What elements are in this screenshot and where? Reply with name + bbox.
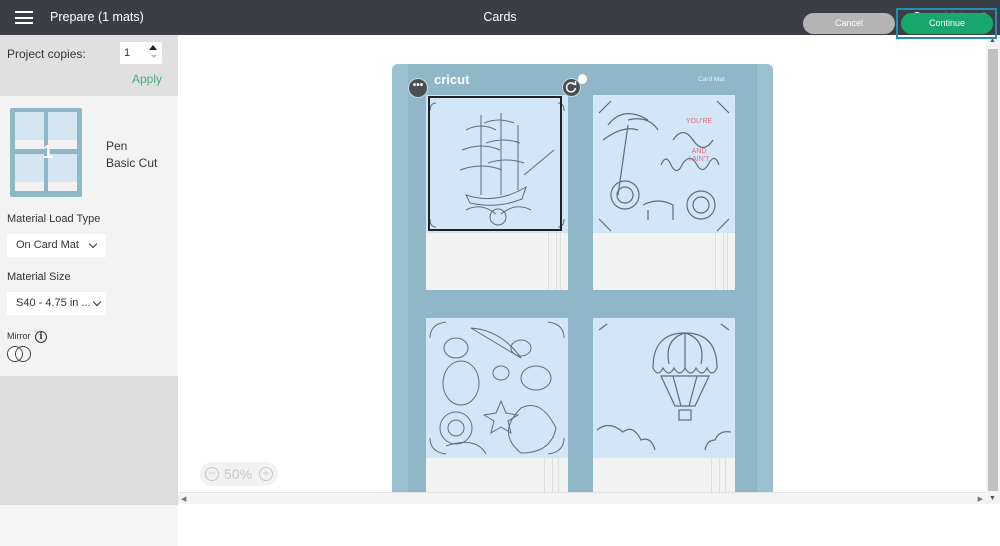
footer-bar <box>0 505 1000 546</box>
resize-handle[interactable] <box>578 74 587 84</box>
apply-button[interactable]: Apply <box>132 72 162 86</box>
zoom-level: 50% <box>224 466 253 482</box>
increment-arrow-icon[interactable] <box>149 45 157 50</box>
lion-text-iaint: I AIN'T <box>689 156 711 163</box>
mirror-toggle[interactable] <box>7 346 31 362</box>
hot-air-balloon-design <box>596 323 732 451</box>
mat-thumbnail[interactable]: 1 <box>10 108 82 197</box>
scroll-right-arrow-icon[interactable]: ▶ <box>978 495 983 503</box>
card-hot-air-balloon[interactable] <box>593 318 735 492</box>
vertical-scroll-thumb[interactable] <box>988 49 998 491</box>
material-load-type-select[interactable]: On Card Mat <box>7 234 106 257</box>
mat-rail-right <box>757 64 773 492</box>
material-size-value: S40 - 4.75 in ... <box>16 297 91 309</box>
scroll-left-arrow-icon[interactable]: ◀ <box>181 495 186 503</box>
material-load-type-value: On Card Mat <box>16 239 79 251</box>
material-load-type-label: Material Load Type <box>7 213 101 225</box>
mat-rail-left <box>392 64 408 492</box>
mirror-label: Mirror <box>7 331 31 341</box>
cancel-button[interactable]: Cancel <box>803 13 895 34</box>
lion-design: YOU'RE AND I AIN'T <box>598 100 730 232</box>
project-copies-label: Project copies: <box>7 47 86 61</box>
project-copies-value: 1 <box>124 47 131 59</box>
operation-label: Basic Cut <box>106 156 158 170</box>
horizontal-scrollbar[interactable]: ◀ ▶ <box>178 492 986 504</box>
more-options-icon[interactable]: ••• <box>408 78 428 98</box>
material-size-select[interactable]: S40 - 4.75 in ... <box>7 292 106 315</box>
tool-label: Pen <box>106 139 128 153</box>
chevron-down-icon <box>88 239 98 249</box>
continue-button[interactable]: Continue <box>901 13 993 34</box>
selection-box[interactable] <box>428 96 562 231</box>
mat-type-label: Card Mat <box>698 76 725 83</box>
lion-text-and: AND <box>692 148 707 155</box>
info-icon[interactable]: i <box>35 331 47 343</box>
zoom-out-icon[interactable]: − <box>205 467 219 481</box>
scroll-down-arrow-icon[interactable]: ▼ <box>989 495 996 502</box>
project-copies-input[interactable]: 1 <box>120 42 162 64</box>
material-size-label: Material Size <box>7 271 71 283</box>
left-panel: Project copies: 1 Apply 1 Pen Basic Cut … <box>0 35 178 505</box>
zoom-in-icon[interactable]: + <box>259 467 273 481</box>
project-copies-section: Project copies: 1 Apply <box>0 35 178 96</box>
card-lion[interactable]: YOU'RE AND I AIN'T <box>593 95 735 290</box>
card-seashells[interactable] <box>426 318 568 492</box>
vertical-scrollbar[interactable]: ▲ ▼ <box>986 35 1000 504</box>
mat-number: 1 <box>43 142 54 162</box>
decrement-arrow-icon[interactable] <box>151 55 157 58</box>
mat-card[interactable]: 1 Pen Basic Cut Material Load Type On Ca… <box>0 96 178 376</box>
page-title: Prepare (1 mats) <box>50 10 144 24</box>
seashells-design <box>429 321 565 455</box>
chevron-down-icon <box>92 297 102 307</box>
zoom-control: − 50% + <box>200 462 278 486</box>
lion-text-youre: YOU'RE <box>686 118 713 125</box>
hamburger-icon[interactable] <box>15 11 33 24</box>
cricut-logo: cricut <box>434 72 470 87</box>
